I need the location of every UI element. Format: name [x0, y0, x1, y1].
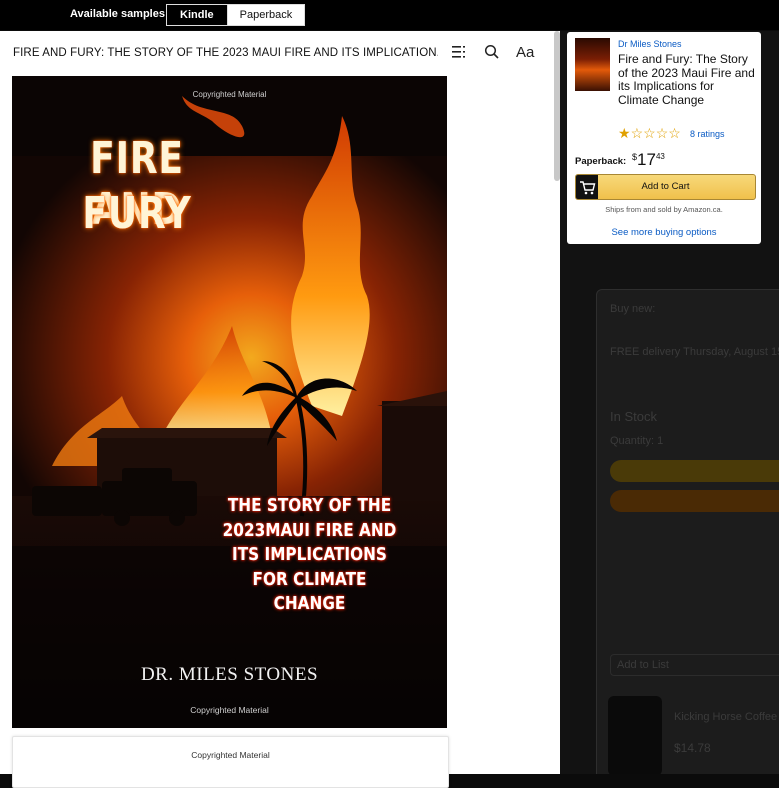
cover-subtitle: THE STORY OF THE 2023MAUI FIRE AND ITS I…	[222, 495, 397, 614]
cover-author: DR. MILES STONES	[140, 664, 319, 685]
ghost-add-to-list: Add to List	[610, 654, 779, 676]
ghost-sponsored-price: $14.78	[674, 741, 711, 755]
book-cover-page: Copyrighted Material FIRE AND FURY THE S…	[12, 76, 447, 728]
product-popup-card: Dr Miles Stones Fire and Fury: The Story…	[567, 32, 761, 244]
price: $1743	[632, 150, 665, 170]
ships-from-text: Ships from and sold by Amazon.ca.	[605, 205, 723, 214]
kindle-sample-tab[interactable]: Kindle	[167, 5, 228, 25]
ghost-in-stock: In Stock	[610, 409, 657, 424]
price-whole: 17	[637, 150, 656, 169]
table-of-contents-icon[interactable]	[451, 44, 467, 64]
sample-reader: FIRE AND FURY: THE STORY OF THE 2023 MAU…	[0, 31, 560, 788]
ghost-buy-now	[610, 490, 779, 512]
popup-book-title[interactable]: Fire and Fury: The Story of the 2023 Mau…	[618, 52, 758, 107]
book-title-header: FIRE AND FURY: THE STORY OF THE 2023 MAU…	[13, 47, 438, 59]
popup-author-link[interactable]: Dr Miles Stones	[618, 39, 682, 49]
add-to-cart-button[interactable]: Add to Cart	[575, 174, 756, 200]
ghost-sponsored-title: Kicking Horse Coffee	[674, 711, 778, 723]
search-icon[interactable]	[484, 44, 500, 64]
copyright-notice-bottom: Copyrighted Material	[190, 705, 269, 715]
star-filled-icon: ★	[618, 125, 631, 141]
ghost-sponsored-product-image	[608, 696, 662, 774]
rating-stars[interactable]: ★ ☆ ☆ ☆ ☆	[618, 126, 681, 140]
book-thumbnail[interactable]	[575, 38, 610, 91]
add-to-cart-label: Add to Cart	[641, 181, 690, 192]
see-more-buying-options-link[interactable]: See more buying options	[567, 227, 761, 238]
samples-bar: Available samples: Kindle Paperback	[0, 0, 779, 30]
star-empty-icon: ☆	[655, 125, 669, 141]
cover-title-line-2: FURY	[82, 188, 192, 239]
ratings-count-link[interactable]: 8 ratings	[690, 129, 725, 139]
next-page-copyright: Copyrighted Material	[191, 750, 270, 760]
font-settings-icon[interactable]: Aa	[516, 44, 534, 61]
price-currency: $	[632, 152, 638, 162]
ghost-quantity: Quantity: 1	[610, 435, 664, 447]
paperback-sample-tab[interactable]: Paperback	[227, 5, 305, 25]
next-page-preview: Copyrighted Material	[12, 736, 449, 788]
ghost-add-to-cart	[610, 460, 779, 482]
copyright-notice-top: Copyrighted Material	[192, 90, 267, 99]
ghost-buy-new: Buy new:	[610, 303, 656, 315]
format-label: Paperback:	[575, 156, 627, 167]
price-fraction: 43	[655, 152, 665, 161]
star-empty-icon: ☆	[668, 125, 681, 141]
star-empty-icon: ☆	[630, 125, 644, 141]
ghost-delivery: FREE delivery Thursday, August 15	[610, 346, 779, 358]
star-empty-icon: ☆	[643, 125, 656, 141]
sample-format-toggle: Kindle Paperback	[166, 4, 306, 26]
available-samples-label: Available samples:	[70, 8, 169, 20]
